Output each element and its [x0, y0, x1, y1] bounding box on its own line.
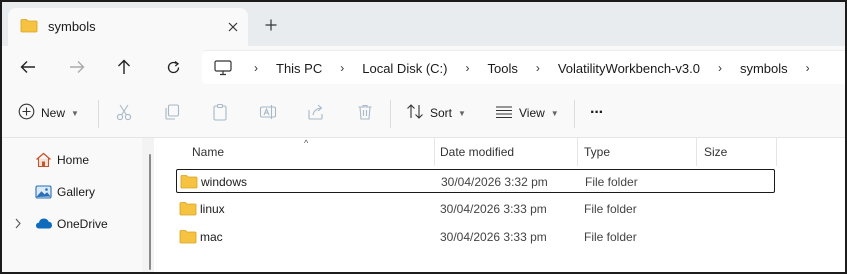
sidebar-item-onedrive[interactable]: OneDrive — [2, 212, 132, 236]
navigation-pane: Home Gallery OneDrive — [2, 138, 142, 272]
navigation-bar: › This PC › Local Disk (C:) › Tools › Vo… — [2, 46, 845, 88]
column-divider[interactable] — [776, 138, 777, 166]
column-divider[interactable] — [434, 138, 435, 166]
breadcrumb-local-disk[interactable]: Local Disk (C:) — [358, 61, 451, 76]
file-type: File folder — [585, 175, 638, 189]
copy-icon[interactable] — [163, 103, 183, 123]
chevron-down-icon: ▼ — [458, 108, 466, 118]
share-icon[interactable] — [307, 103, 327, 123]
file-list: ^ Name Date modified Type Size windows 3… — [154, 138, 845, 272]
file-type: File folder — [584, 202, 637, 216]
view-button[interactable]: View ▼ — [495, 101, 559, 125]
up-button[interactable] — [110, 53, 138, 81]
table-row[interactable]: mac 30/04/2026 3:33 pm File folder — [176, 225, 775, 249]
folder-icon — [179, 229, 197, 247]
sort-icon — [406, 103, 424, 123]
column-header-name[interactable]: Name — [192, 138, 224, 166]
rename-icon[interactable] — [259, 103, 279, 123]
file-name: mac — [200, 230, 223, 244]
breadcrumb: › This PC › Local Disk (C:) › Tools › Vo… — [240, 51, 824, 85]
cut-icon[interactable] — [115, 103, 135, 123]
new-label: New — [41, 106, 66, 120]
breadcrumb-separator[interactable]: › — [704, 61, 736, 75]
tab-symbols[interactable]: symbols — [8, 8, 248, 46]
file-date-modified: 30/04/2026 3:32 pm — [441, 175, 548, 189]
view-label: View — [519, 106, 545, 120]
breadcrumb-separator[interactable]: › — [522, 61, 554, 75]
plus-circle-icon — [18, 103, 35, 123]
new-button[interactable]: New ▼ — [18, 101, 79, 125]
sidebar-item-label: Gallery — [57, 185, 96, 199]
folder-icon — [20, 18, 38, 36]
column-header-date-modified[interactable]: Date modified — [440, 138, 514, 166]
computer-icon — [214, 60, 232, 79]
address-bar[interactable]: › This PC › Local Disk (C:) › Tools › Vo… — [202, 50, 845, 85]
forward-button[interactable] — [63, 53, 91, 81]
divider — [390, 100, 391, 128]
divider — [574, 100, 575, 128]
sort-button[interactable]: Sort ▼ — [406, 101, 466, 125]
sort-label: Sort — [430, 106, 453, 120]
gallery-icon — [35, 184, 52, 203]
breadcrumb-separator[interactable]: › — [451, 61, 483, 75]
breadcrumb-separator[interactable]: › — [326, 61, 358, 75]
cloud-icon — [35, 216, 53, 233]
file-type: File folder — [584, 230, 637, 244]
breadcrumb-tools[interactable]: Tools — [483, 61, 521, 76]
folder-icon — [179, 201, 197, 219]
file-name: linux — [200, 202, 225, 216]
column-header-type[interactable]: Type — [584, 138, 610, 166]
breadcrumb-separator[interactable]: › — [240, 61, 272, 75]
file-date-modified: 30/04/2026 3:33 pm — [440, 202, 547, 216]
delete-icon[interactable] — [356, 103, 376, 123]
close-tab-button[interactable] — [222, 16, 244, 38]
chevron-right-icon[interactable] — [14, 218, 22, 232]
file-date-modified: 30/04/2026 3:33 pm — [440, 230, 547, 244]
refresh-button[interactable] — [159, 53, 187, 81]
breadcrumb-symbols[interactable]: symbols — [736, 61, 792, 76]
file-name: windows — [201, 175, 248, 189]
column-divider[interactable] — [577, 138, 578, 166]
column-divider[interactable] — [696, 138, 697, 166]
navigation-pane-scrollbar[interactable] — [149, 154, 151, 270]
breadcrumb-this-pc[interactable]: This PC — [272, 61, 326, 76]
paste-icon[interactable] — [211, 103, 231, 123]
tab-strip: symbols — [2, 2, 845, 46]
sidebar-item-home[interactable]: Home — [2, 148, 132, 172]
chevron-down-icon: ▼ — [71, 108, 79, 118]
breadcrumb-separator[interactable]: › — [792, 61, 824, 75]
table-row[interactable]: linux 30/04/2026 3:33 pm File folder — [176, 197, 775, 221]
sort-ascending-icon: ^ — [304, 138, 309, 148]
sidebar-item-label: OneDrive — [57, 217, 108, 231]
folder-icon — [180, 174, 198, 192]
sidebar-item-label: Home — [57, 153, 90, 167]
home-icon — [35, 152, 52, 171]
view-list-icon — [495, 105, 513, 122]
command-bar: New ▼ Sort ▼ View ▼ ··· — [2, 88, 845, 138]
back-button[interactable] — [14, 53, 42, 81]
chevron-down-icon: ▼ — [550, 108, 559, 118]
breadcrumb-volatilityworkbench[interactable]: VolatilityWorkbench-v3.0 — [554, 61, 704, 76]
sidebar-item-gallery[interactable]: Gallery — [2, 180, 132, 204]
tab-title: symbols — [48, 19, 96, 34]
column-header-size[interactable]: Size — [704, 138, 727, 166]
more-options-button[interactable]: ··· — [590, 101, 604, 125]
table-row[interactable]: windows 30/04/2026 3:32 pm File folder — [176, 169, 775, 193]
file-explorer-window: symbols › This PC › Local Disk (C:) › To… — [0, 0, 847, 274]
divider — [98, 100, 99, 128]
new-tab-button[interactable] — [260, 14, 282, 36]
